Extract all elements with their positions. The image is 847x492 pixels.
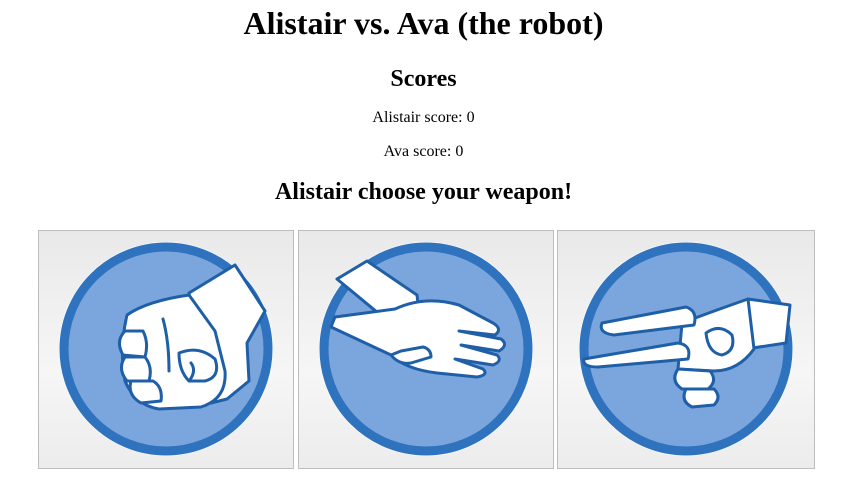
paper-button[interactable] — [298, 230, 554, 469]
ava-score: Ava score: 0 — [383, 143, 464, 160]
scissors-hand-icon — [579, 242, 793, 456]
rock-button[interactable] — [38, 230, 294, 469]
weapon-choices — [38, 230, 816, 470]
weapon-prompt: Alistair choose your weapon! — [274, 179, 573, 205]
rock-fist-icon — [59, 242, 273, 456]
alistair-score: Alistair score: 0 — [372, 109, 475, 126]
paper-hand-icon — [319, 242, 533, 456]
page-title: Alistair vs. Ava (the robot) — [243, 5, 604, 41]
scissors-button[interactable] — [557, 230, 815, 469]
scores-heading: Scores — [390, 66, 457, 92]
